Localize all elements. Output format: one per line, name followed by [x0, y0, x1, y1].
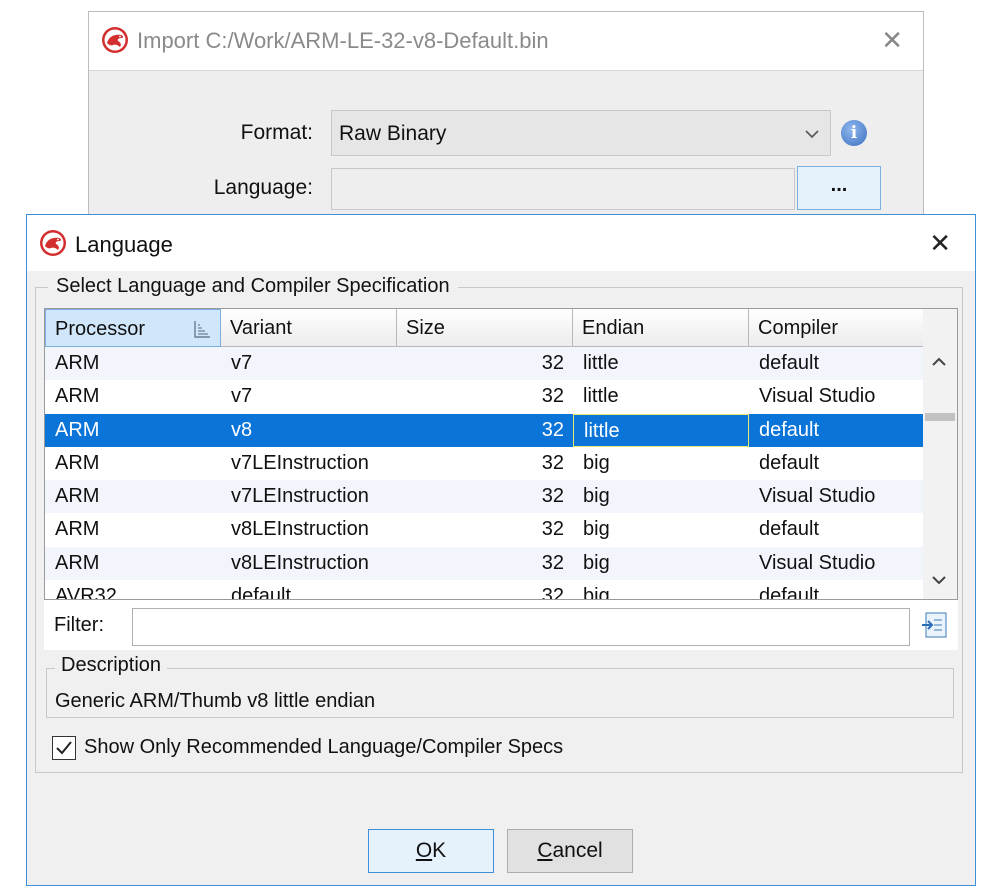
- cell-variant: v7: [231, 352, 253, 374]
- scroll-thumb[interactable]: [925, 413, 955, 421]
- import-titlebar: Import C:/Work/ARM-LE-32-v8-Default.bin …: [89, 12, 923, 71]
- column-header-size[interactable]: Size: [397, 309, 573, 347]
- cell-processor: AVR32: [55, 585, 117, 600]
- cell-variant: v7LEInstruction: [231, 485, 369, 508]
- column-header-compiler[interactable]: Compiler: [749, 309, 925, 347]
- table-body: ARM v7 32 little default ARM v7 32 little Visual …: [45, 347, 925, 600]
- table-row[interactable]: ARM v8 32 little default: [45, 413, 925, 447]
- cell-size: 32: [541, 352, 564, 374]
- close-icon[interactable]: ✕: [881, 25, 903, 56]
- format-label: Format:: [240, 121, 313, 144]
- cell-processor: ARM: [55, 418, 100, 441]
- close-icon[interactable]: ✕: [929, 228, 951, 259]
- ghidra-dragon-icon: [40, 230, 66, 256]
- cell-size: 32: [541, 551, 564, 574]
- cell-variant: v8: [231, 418, 253, 441]
- cell-compiler: Visual Studio: [759, 485, 876, 508]
- language-label: Language:: [213, 176, 313, 199]
- import-dialog: Import C:/Work/ARM-LE-32-v8-Default.bin …: [88, 11, 924, 241]
- scroll-up-icon[interactable]: [930, 353, 948, 374]
- filter-input[interactable]: [132, 608, 910, 646]
- cell-size: 32: [541, 518, 564, 541]
- info-icon[interactable]: i: [841, 120, 867, 146]
- cell-endian: big: [583, 485, 610, 508]
- filter-panel: Filter:: [44, 600, 958, 650]
- language-field[interactable]: [331, 168, 795, 210]
- cell-compiler: Visual Studio: [759, 385, 876, 408]
- cell-processor: ARM: [55, 485, 100, 508]
- ghidra-dragon-icon: [102, 27, 128, 53]
- language-dialog-title: Language: [75, 232, 173, 257]
- cell-compiler: default: [759, 451, 820, 474]
- table-header: Processor Variant Size Endian Compiler: [45, 309, 925, 347]
- description-title: Description: [55, 654, 168, 677]
- cell-size: 32: [541, 451, 564, 474]
- description-group: Description Generic ARM/Thumb v8 little …: [46, 654, 954, 718]
- checkmark-icon: [56, 741, 72, 755]
- column-header-endian[interactable]: Endian: [573, 309, 749, 347]
- cell-endian: big: [583, 451, 610, 474]
- table-row[interactable]: ARM v7LEInstruction 32 big default: [45, 447, 925, 480]
- cell-endian: big: [583, 585, 610, 600]
- table-row[interactable]: ARM v8LEInstruction 32 big default: [45, 513, 925, 546]
- cell-size: 32: [541, 418, 564, 441]
- cell-endian: big: [583, 551, 610, 574]
- description-text: Generic ARM/Thumb v8 little endian: [55, 690, 376, 712]
- spec-group: Select Language and Compiler Specificati…: [35, 275, 963, 773]
- format-select[interactable]: Raw Binary: [331, 110, 831, 156]
- cell-size: 32: [541, 485, 564, 508]
- sort-icon: [192, 319, 212, 339]
- cell-variant: v8LEInstruction: [231, 518, 369, 541]
- scroll-down-icon[interactable]: [930, 571, 948, 592]
- cell-endian: little: [573, 413, 749, 447]
- cell-compiler: default: [759, 352, 820, 374]
- cell-processor: ARM: [55, 551, 100, 574]
- cell-compiler: default: [759, 518, 820, 541]
- column-header-variant[interactable]: Variant: [221, 309, 397, 347]
- ok-button-label: OK: [415, 839, 447, 862]
- spec-group-title: Select Language and Compiler Specificati…: [48, 275, 458, 298]
- cell-processor: ARM: [55, 518, 100, 541]
- cell-variant: v7LEInstruction: [231, 451, 369, 474]
- cell-processor: ARM: [55, 385, 100, 408]
- column-label: Processor: [55, 318, 146, 340]
- cell-variant: v7: [231, 385, 253, 408]
- cell-compiler: default: [759, 585, 820, 600]
- table-row[interactable]: ARM v8LEInstruction 32 big Visual Studio: [45, 546, 925, 581]
- language-dialog: Language ✕ Select Language and Compiler …: [26, 214, 976, 886]
- table-row[interactable]: AVR32 default 32 big default: [45, 580, 925, 600]
- cell-endian: big: [583, 518, 610, 541]
- language-browse-button[interactable]: ...: [797, 166, 881, 210]
- table-row[interactable]: ARM v7LEInstruction 32 big Visual Studio: [45, 480, 925, 514]
- cell-compiler: Visual Studio: [759, 551, 876, 574]
- cell-processor: ARM: [55, 451, 100, 474]
- recommended-checkbox[interactable]: [52, 736, 76, 760]
- filter-clear-icon[interactable]: [920, 610, 950, 640]
- language-titlebar: Language ✕: [27, 215, 975, 271]
- filter-label: Filter:: [54, 614, 104, 636]
- cell-endian: little: [583, 385, 619, 408]
- recommended-checkbox-label[interactable]: Show Only Recommended Language/Compiler …: [84, 736, 563, 759]
- ok-button[interactable]: OK: [368, 829, 494, 873]
- cancel-button[interactable]: Cancel: [507, 829, 633, 873]
- table-row[interactable]: ARM v7 32 little default: [45, 347, 925, 381]
- format-value: Raw Binary: [339, 122, 447, 145]
- language-table[interactable]: Processor Variant Size Endian Compiler A…: [44, 308, 958, 600]
- vertical-scrollbar[interactable]: [923, 309, 957, 599]
- cancel-button-label: Cancel: [537, 839, 603, 862]
- cell-size: 32: [541, 385, 564, 408]
- cell-endian: little: [583, 352, 619, 374]
- chevron-down-icon: [804, 120, 820, 153]
- cell-variant: v8LEInstruction: [231, 551, 369, 574]
- cell-size: 32: [541, 585, 564, 600]
- cell-compiler: default: [759, 418, 820, 441]
- import-dialog-title: Import C:/Work/ARM-LE-32-v8-Default.bin: [137, 28, 549, 53]
- column-header-processor[interactable]: Processor: [45, 309, 221, 347]
- table-row[interactable]: ARM v7 32 little Visual Studio: [45, 380, 925, 413]
- cell-processor: ARM: [55, 352, 100, 374]
- cell-variant: default: [231, 585, 292, 600]
